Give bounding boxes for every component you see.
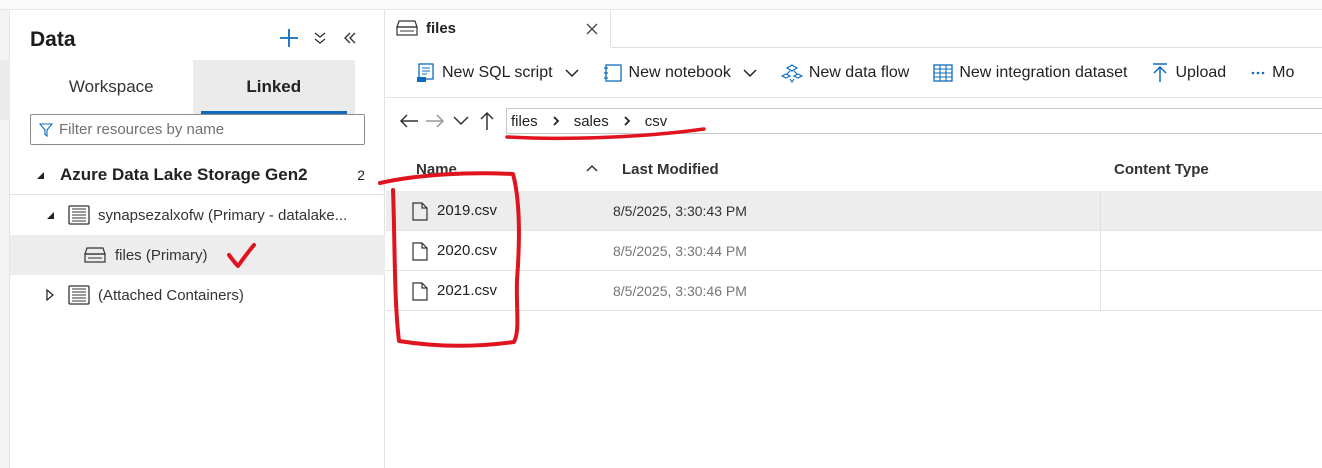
toolbar: New SQL script New notebook New data flo… [386, 48, 1322, 98]
double-chevron-down-icon [314, 32, 326, 44]
close-icon[interactable] [584, 21, 600, 37]
tree-item-files-container[interactable]: files (Primary) [10, 235, 385, 275]
sql-script-icon [416, 62, 436, 83]
tree-count-badge: 2 [357, 166, 365, 183]
files-pane: files New SQL script New notebook New da… [386, 10, 1322, 468]
panel-tabs: Workspace Linked [30, 60, 355, 114]
container-icon [84, 247, 106, 263]
tab-linked[interactable]: Linked [192, 60, 355, 114]
caret-collapsed-icon[interactable] [42, 289, 58, 301]
breadcrumb[interactable]: files sales csv [506, 108, 1322, 134]
new-notebook-label: New notebook [628, 63, 731, 81]
tree-item-storage-account[interactable]: synapsezalxofw (Primary - datalake... [10, 195, 385, 235]
data-flow-icon [780, 63, 803, 83]
file-icon [412, 242, 428, 261]
chevron-down-icon [453, 116, 469, 126]
file-name: 2020.csv [437, 242, 498, 259]
breadcrumb-item-files[interactable]: files [511, 113, 538, 130]
double-chevron-left-icon [344, 32, 356, 44]
sort-ascending-icon[interactable] [586, 164, 598, 172]
chevron-down-icon [743, 68, 757, 78]
arrow-right-icon [426, 114, 445, 128]
new-sql-script-button[interactable]: New SQL script [416, 62, 579, 83]
column-header-last-modified[interactable]: Last Modified [622, 161, 719, 178]
filter-box [30, 114, 365, 145]
more-label: Mo [1272, 63, 1295, 81]
more-button[interactable]: Mo [1250, 64, 1294, 82]
doc-tab-label: files [426, 19, 457, 37]
left-nav-rail [0, 10, 10, 468]
new-integration-dataset-label: New integration dataset [959, 63, 1128, 81]
table-row[interactable]: 2021.csv 8/5/2025, 3:30:46 PM [386, 271, 1322, 311]
add-resource-button[interactable] [277, 26, 301, 50]
expand-all-button[interactable] [308, 26, 332, 50]
tree-label-storage-account: synapsezalxofw (Primary - datalake... [98, 206, 348, 224]
new-data-flow-label: New data flow [808, 63, 910, 81]
file-last-modified: 8/5/2025, 3:30:43 PM [613, 203, 747, 219]
tree-item-adls-gen2[interactable]: Azure Data Lake Storage Gen2 2 [10, 155, 385, 195]
tree-item-attached-containers[interactable]: (Attached Containers) [10, 275, 385, 315]
upload-button[interactable]: Upload [1151, 62, 1227, 83]
file-icon [412, 282, 428, 301]
arrow-left-icon [399, 114, 418, 128]
table-row[interactable]: 2020.csv 8/5/2025, 3:30:44 PM [386, 231, 1322, 271]
column-divider [1100, 271, 1101, 311]
upload-icon [1151, 62, 1169, 83]
storage-account-icon [68, 285, 90, 305]
container-icon [396, 20, 418, 36]
dataset-table-icon [933, 63, 953, 82]
tab-strip [611, 10, 1322, 48]
table-row[interactable]: 2019.csv 8/5/2025, 3:30:43 PM [386, 191, 1322, 231]
navigation-row: files sales csv [386, 98, 1322, 144]
chevron-right-icon [623, 115, 631, 127]
file-name: 2021.csv [437, 282, 498, 299]
file-last-modified: 8/5/2025, 3:30:46 PM [613, 283, 747, 299]
more-icon [1250, 70, 1266, 76]
collapse-panel-button[interactable] [338, 26, 362, 50]
arrow-up-icon [480, 111, 494, 130]
top-strip [0, 0, 1322, 10]
plus-icon [280, 29, 298, 47]
tree-label-files-container: files (Primary) [115, 246, 208, 264]
panel-title: Data [30, 28, 76, 51]
breadcrumb-item-csv[interactable]: csv [645, 113, 668, 130]
new-integration-dataset-button[interactable]: New integration dataset [933, 64, 1127, 82]
new-notebook-button[interactable]: New notebook [603, 63, 757, 83]
tree-label-attached-containers: (Attached Containers) [98, 286, 244, 304]
notebook-icon [603, 63, 623, 83]
column-header-content-type[interactable]: Content Type [1114, 161, 1209, 178]
doc-tab-files[interactable]: files [386, 10, 611, 48]
filter-input[interactable] [59, 121, 349, 138]
file-icon [412, 202, 428, 221]
nav-rail-highlight [0, 60, 10, 120]
column-header-name[interactable]: Name [416, 161, 457, 178]
new-data-flow-button[interactable]: New data flow [780, 63, 910, 83]
tab-workspace[interactable]: Workspace [30, 60, 193, 114]
column-divider [1100, 231, 1101, 271]
chevron-down-icon [565, 68, 579, 78]
storage-account-icon [68, 205, 90, 225]
file-name: 2019.csv [437, 202, 498, 219]
table-header: Name Last Modified Content Type [386, 150, 1322, 190]
upload-label: Upload [1175, 63, 1227, 81]
new-sql-script-label: New SQL script [442, 63, 553, 81]
breadcrumb-item-sales[interactable]: sales [574, 113, 609, 130]
up-level-button[interactable] [476, 111, 498, 131]
back-button[interactable] [398, 111, 420, 131]
chevron-right-icon [552, 115, 560, 127]
filter-icon [39, 122, 53, 137]
caret-expanded-icon[interactable] [32, 170, 48, 180]
recent-locations-button[interactable] [450, 111, 472, 131]
file-last-modified: 8/5/2025, 3:30:44 PM [613, 243, 747, 259]
tree-label-adls-gen2: Azure Data Lake Storage Gen2 [60, 164, 308, 184]
forward-button[interactable] [424, 111, 446, 131]
column-divider [1100, 191, 1101, 231]
caret-expanded-icon[interactable] [42, 210, 58, 220]
data-panel: Data Workspace Linked Azure Data Lake St… [10, 10, 385, 468]
